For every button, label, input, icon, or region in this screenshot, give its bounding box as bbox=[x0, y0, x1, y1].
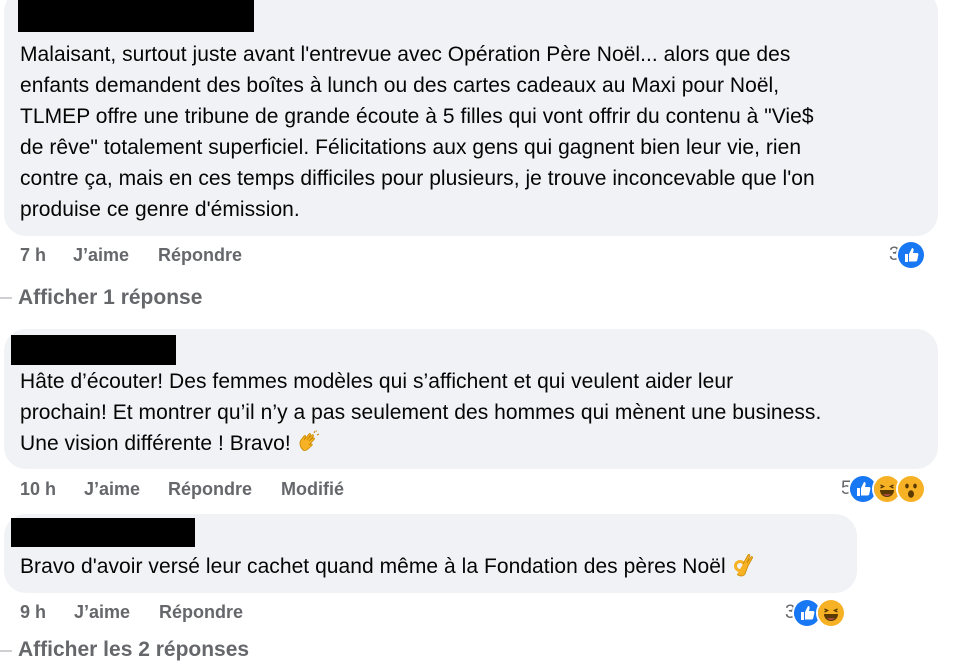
reply-button[interactable]: Répondre bbox=[168, 479, 252, 500]
comment-text-line: Bravo d'avoir versé leur cachet quand mê… bbox=[20, 551, 754, 586]
like-button[interactable]: J’aime bbox=[74, 602, 130, 623]
comment-text: Bravo d'avoir versé leur cachet quand mê… bbox=[20, 551, 754, 586]
thread-connector bbox=[0, 297, 12, 299]
comment-text-line: enfants demandent des boîtes à lunch ou … bbox=[20, 74, 780, 97]
comment-timestamp[interactable]: 10 h bbox=[20, 479, 56, 500]
haha-icon bbox=[815, 598, 846, 628]
reactions-summary[interactable]: 5 bbox=[841, 474, 926, 504]
redacted-author-name bbox=[11, 518, 195, 547]
redacted-author-name bbox=[18, 0, 254, 32]
reply-button[interactable]: Répondre bbox=[158, 245, 242, 266]
reply-button[interactable]: Répondre bbox=[159, 602, 243, 623]
comment-text-line: de rêve" totalement superficiel. Félicit… bbox=[20, 136, 802, 159]
comment-text-line: Une vision différente ! Bravo! bbox=[20, 428, 821, 463]
comment-text-line: Hâte d’écouter! Des femmes modèles qui s… bbox=[20, 370, 734, 393]
reactions-summary[interactable]: 3 bbox=[785, 598, 846, 628]
like-icon bbox=[895, 240, 926, 270]
comment-text: Malaisant, surtout juste avant l'entrevu… bbox=[20, 39, 815, 225]
reactions-summary[interactable]: 3 bbox=[889, 240, 926, 270]
clapping-hands-emoji bbox=[297, 430, 321, 463]
comment-text-line: prochain! Et montrer qu’il n’y a pas seu… bbox=[20, 401, 822, 424]
comment-text-line: TLMEP offre une tribune de grande écoute… bbox=[20, 105, 814, 128]
edited-label: Modifié bbox=[281, 479, 344, 499]
comment-text-line: Malaisant, surtout juste avant l'entrevu… bbox=[20, 43, 791, 66]
view-replies-link[interactable]: Afficher 1 réponse bbox=[18, 286, 202, 310]
redacted-author-name bbox=[11, 335, 176, 365]
comment-text: Hâte d’écouter! Des femmes modèles qui s… bbox=[20, 366, 821, 463]
comment-text-fragment: Bravo d'avoir versé leur cachet quand mê… bbox=[20, 555, 726, 578]
view-replies-link[interactable]: Afficher les 2 réponses bbox=[18, 638, 249, 662]
like-button[interactable]: J’aime bbox=[73, 245, 129, 266]
comment-timestamp[interactable]: 7 h bbox=[20, 245, 46, 266]
comment-text-fragment: Une vision différente ! Bravo! bbox=[20, 432, 291, 455]
ok-hand-emoji bbox=[732, 553, 754, 586]
comment-text-line: contre ça, mais en ces temps difficiles … bbox=[20, 167, 815, 190]
wow-icon bbox=[895, 474, 926, 504]
like-button[interactable]: J’aime bbox=[84, 479, 140, 500]
comment-timestamp[interactable]: 9 h bbox=[20, 602, 46, 623]
comment-text-line: produise ce genre d'émission. bbox=[20, 198, 300, 221]
